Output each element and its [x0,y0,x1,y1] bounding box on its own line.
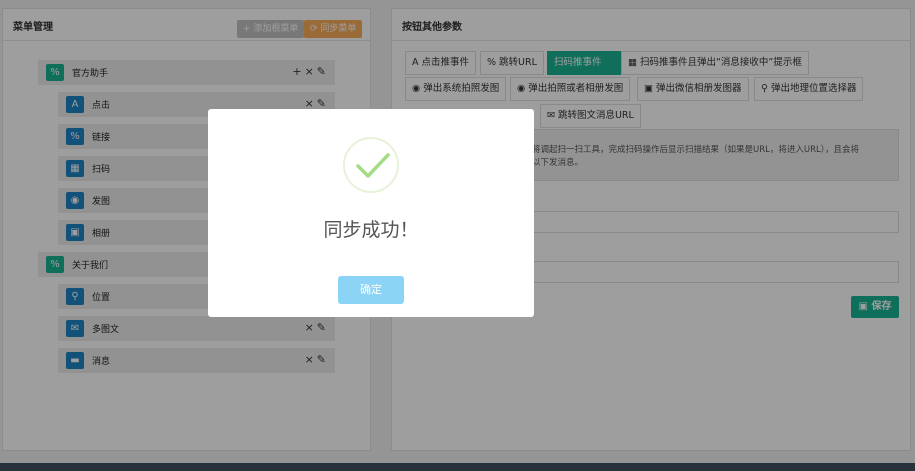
success-check-icon [343,137,399,193]
sync-success-dialog: 同步成功！ 确定 [208,109,534,317]
dialog-title: 同步成功！ [323,219,419,241]
confirm-button[interactable]: 确定 [338,276,404,304]
